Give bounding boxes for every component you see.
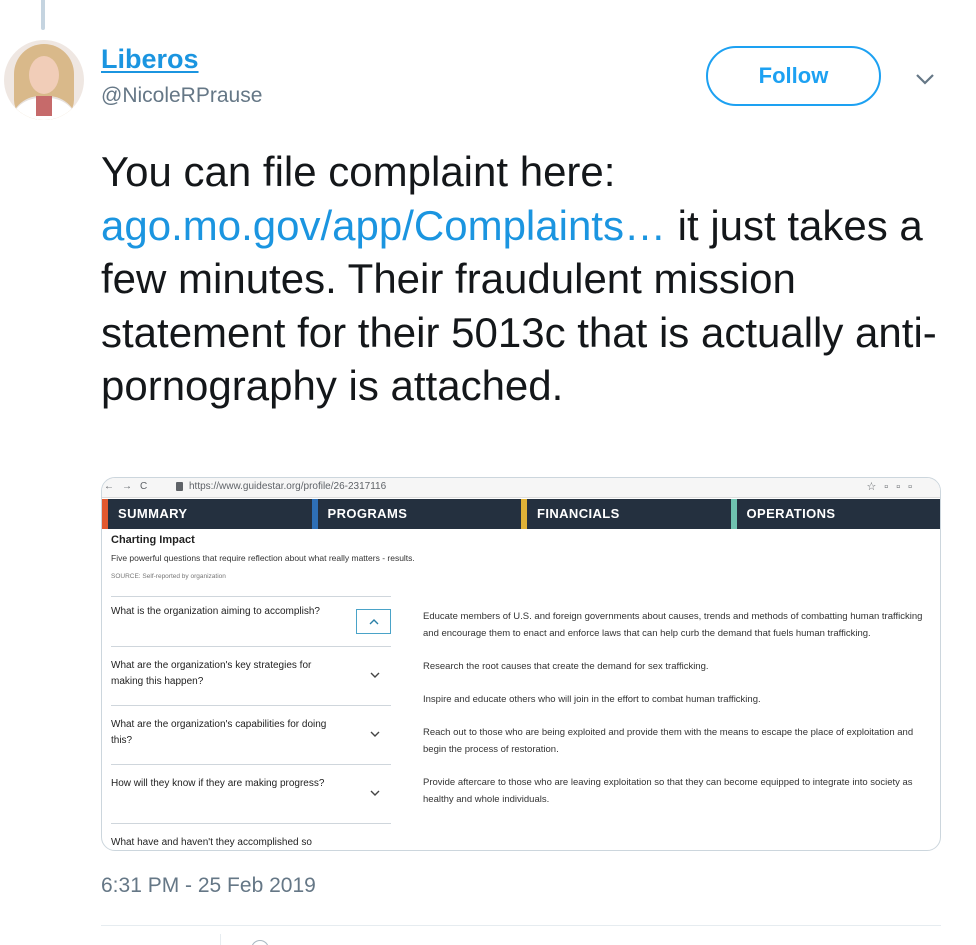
user-handle[interactable]: @NicoleRPrause bbox=[101, 84, 262, 108]
question-text: What are the organization's capabilities… bbox=[111, 719, 327, 746]
question-text: How will they know if they are making pr… bbox=[111, 778, 325, 789]
avatar-face bbox=[29, 56, 59, 94]
browser-nav-icons: ←→C bbox=[104, 481, 156, 492]
tab-financials-label: FINANCIALS bbox=[537, 506, 620, 521]
chevron-up-icon bbox=[356, 609, 391, 634]
follow-button[interactable]: Follow bbox=[706, 46, 881, 106]
avatar-shirt bbox=[36, 96, 52, 116]
tweet-stats-row bbox=[101, 926, 941, 945]
stats-separator bbox=[220, 934, 221, 945]
answer-text: Research the root causes that create the… bbox=[423, 660, 709, 672]
attached-image[interactable]: ←→C https://www.guidestar.org/profile/26… bbox=[101, 477, 941, 851]
answer-text: Inspire and educate others who will join… bbox=[423, 693, 761, 705]
tab-programs-label: PROGRAMS bbox=[327, 506, 408, 521]
question-item: What is the organization aiming to accom… bbox=[111, 597, 391, 647]
tab-operations-label: OPERATIONS bbox=[746, 506, 836, 521]
answer-text: Reach out to those who are being exploit… bbox=[423, 727, 914, 755]
chevron-down-icon bbox=[916, 74, 934, 85]
thread-connector-line bbox=[41, 0, 45, 30]
reply-icon[interactable] bbox=[251, 940, 269, 945]
more-options-button[interactable] bbox=[908, 64, 942, 94]
browser-toolbar: ←→C https://www.guidestar.org/profile/26… bbox=[102, 478, 940, 498]
tab-programs: PROGRAMS bbox=[311, 499, 522, 529]
answer-text: Educate members of U.S. and foreign gove… bbox=[423, 611, 923, 639]
answer-text: Provide aftercare to those who are leavi… bbox=[423, 776, 913, 805]
tab-financials-color-bar bbox=[521, 499, 527, 529]
answer-list: Educate members of U.S. and foreign gove… bbox=[423, 609, 928, 825]
tab-operations-color-bar bbox=[730, 499, 737, 529]
question-item: What have and haven't they accomplished … bbox=[111, 824, 391, 850]
question-text: What are the organization's key strategi… bbox=[111, 660, 312, 687]
section-subtitle: Five powerful questions that require ref… bbox=[111, 553, 415, 563]
question-item: What are the organization's key strategi… bbox=[111, 647, 391, 706]
source-note: SOURCE: Self-reported by organization bbox=[111, 573, 226, 580]
complaint-link[interactable]: ago.mo.gov/app/Complaints… bbox=[101, 202, 666, 249]
guidestar-nav-tabs: SUMMARY PROGRAMS FINANCIALS OPERATIONS bbox=[102, 499, 940, 529]
browser-url: https://www.guidestar.org/profile/26-231… bbox=[189, 481, 387, 492]
tab-summary-label: SUMMARY bbox=[118, 506, 188, 521]
tab-summary: SUMMARY bbox=[102, 499, 312, 529]
tweet-text: You can file complaint here: ago.mo.gov/… bbox=[101, 145, 941, 413]
question-list: What is the organization aiming to accom… bbox=[111, 596, 391, 850]
chevron-down-icon bbox=[369, 728, 381, 740]
tab-summary-color-bar bbox=[102, 499, 108, 529]
question-item: How will they know if they are making pr… bbox=[111, 765, 391, 824]
browser-extension-icons: ☆▫▫▫ bbox=[866, 481, 920, 493]
display-name[interactable]: Liberos bbox=[101, 44, 199, 75]
tweet-timestamp[interactable]: 6:31 PM - 25 Feb 2019 bbox=[101, 874, 316, 898]
tab-programs-color-bar bbox=[311, 499, 318, 529]
section-title: Charting Impact bbox=[111, 534, 195, 546]
question-item: What are the organization's capabilities… bbox=[111, 706, 391, 765]
tab-financials: FINANCIALS bbox=[521, 499, 731, 529]
lock-icon bbox=[176, 482, 183, 491]
chevron-down-icon bbox=[369, 787, 381, 799]
tweet-text-intro: You can file complaint here: bbox=[101, 148, 616, 195]
question-text: What have and haven't they accomplished … bbox=[111, 837, 312, 848]
tab-operations: OPERATIONS bbox=[730, 499, 941, 529]
avatar[interactable] bbox=[4, 40, 84, 120]
question-text: What is the organization aiming to accom… bbox=[111, 606, 320, 617]
chevron-down-icon bbox=[369, 669, 381, 681]
